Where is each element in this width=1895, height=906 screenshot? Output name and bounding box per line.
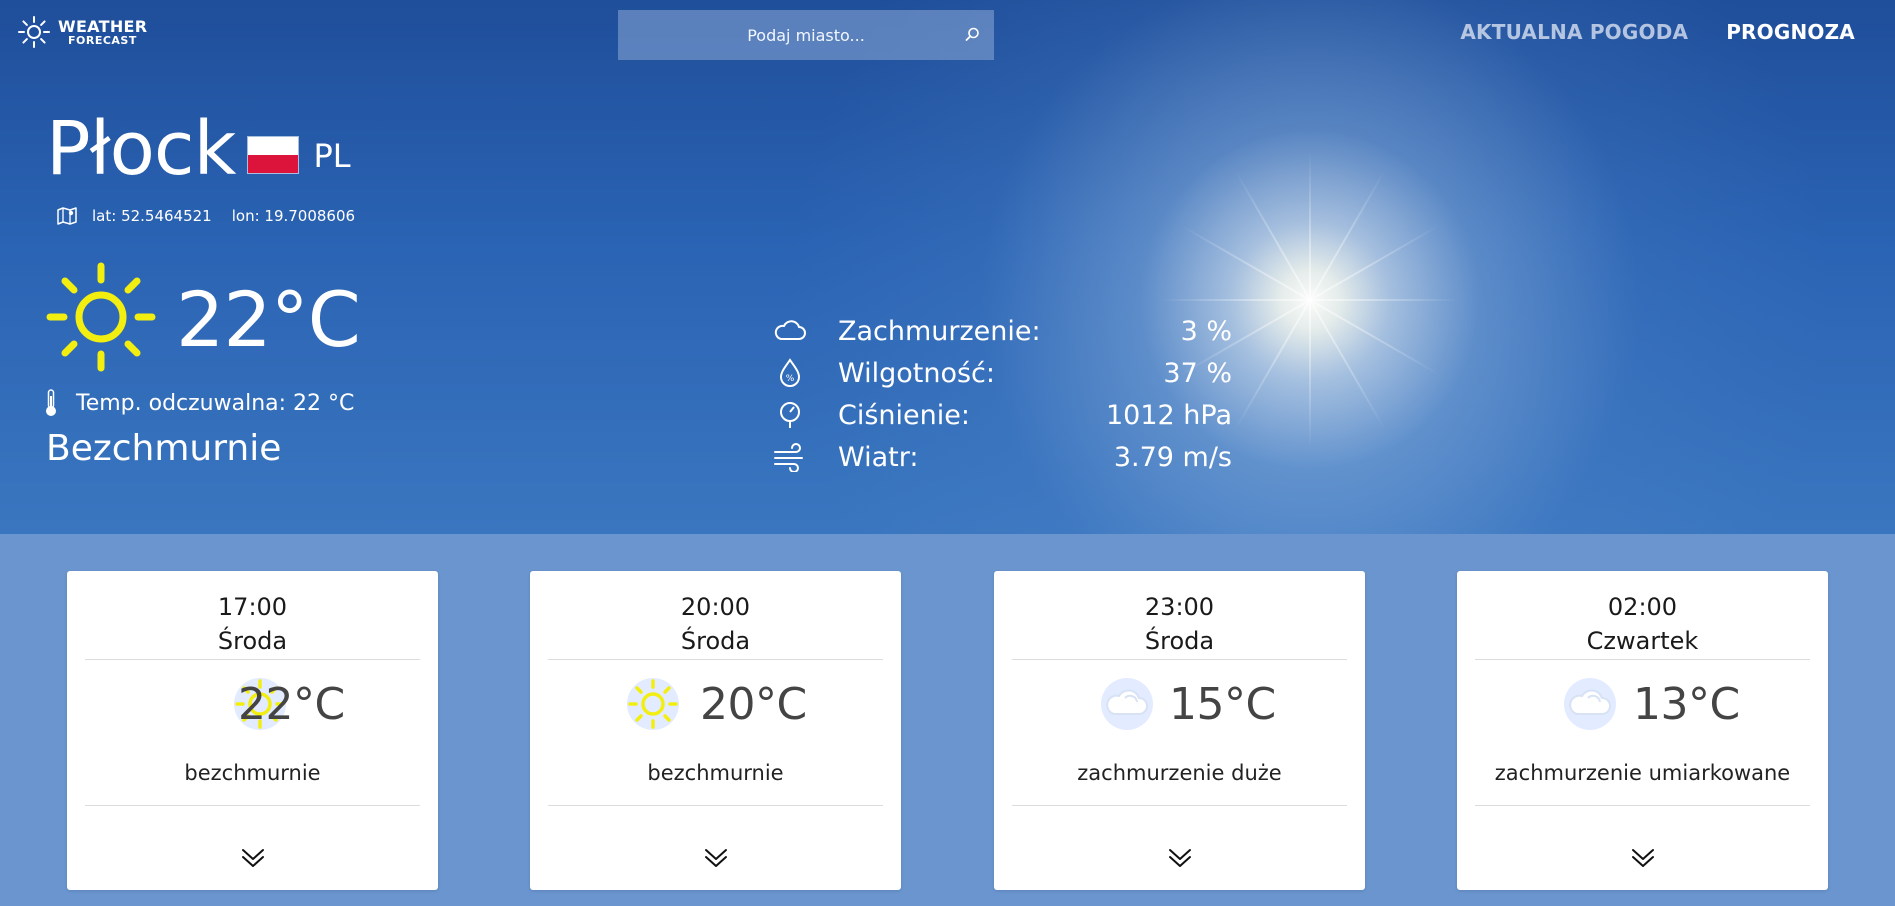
forecast-day: Środa <box>217 627 288 655</box>
coordinates: lat: 52.5464521 lon: 19.7008606 <box>56 206 355 226</box>
weather-details: Zachmurzenie: 3 % % Wilgotność: 37 % Ciś… <box>772 310 1232 478</box>
detail-value: 37 % <box>1163 357 1232 389</box>
forecast-day: Środa <box>680 627 751 655</box>
nav-current-weather[interactable]: AKTUALNA POGODA <box>1460 20 1688 44</box>
detail-label: Zachmurzenie: <box>838 315 1041 347</box>
detail-label: Ciśnienie: <box>838 399 970 431</box>
cloud-icon <box>1564 678 1616 730</box>
detail-humidity: % Wilgotność: 37 % <box>772 352 1232 394</box>
main-nav: AKTUALNA POGODA PROGNOZA <box>1460 20 1855 44</box>
divider <box>548 805 883 806</box>
detail-wind: Wiatr: 3.79 m/s <box>772 436 1232 478</box>
brand-text: WEATHER FORECAST <box>58 16 148 47</box>
current-temperature: 22°C <box>176 275 361 364</box>
cloud-icon <box>774 320 806 340</box>
current-description: Bezchmurnie <box>46 428 282 469</box>
detail-pressure: Ciśnienie: 1012 hPa <box>772 394 1232 436</box>
forecast-description: bezchmurnie <box>647 761 784 785</box>
detail-value: 1012 hPa <box>1105 399 1232 431</box>
divider <box>85 659 420 660</box>
country-flag <box>247 136 300 174</box>
search-icon[interactable] <box>962 25 982 45</box>
forecast-description: zachmurzenie duże <box>1077 761 1282 785</box>
forecast-day: Środa <box>1144 627 1215 655</box>
sun-icon <box>46 262 156 372</box>
brand-logo[interactable]: WEATHER FORECAST <box>16 14 147 50</box>
city-name: Płock <box>46 106 236 192</box>
forecast-temperature: 22°C <box>238 679 345 730</box>
forecast-temperature: 13°C <box>1633 679 1740 730</box>
search-input[interactable] <box>618 10 994 60</box>
latitude: lat: 52.5464521 <box>92 207 212 225</box>
detail-value: 3 % <box>1180 315 1232 347</box>
detail-cloudiness: Zachmurzenie: 3 % <box>772 310 1232 352</box>
forecast-description: zachmurzenie umiarkowane <box>1494 761 1791 785</box>
chevron-down-icon[interactable] <box>239 844 267 872</box>
chevron-down-icon[interactable] <box>1629 844 1657 872</box>
forecast-time: 17:00 <box>217 593 288 621</box>
sun-icon <box>18 16 50 48</box>
brand-line2: FORECAST <box>68 33 137 47</box>
divider <box>1012 805 1347 806</box>
forecast-time: 20:00 <box>680 593 751 621</box>
forecast-card: 17:00 Środa 22°C bezchmurnie <box>67 571 438 890</box>
feels-like: Temp. odczuwalna: 22 °C <box>44 388 354 418</box>
chevron-down-icon[interactable] <box>702 844 730 872</box>
feels-like-text: Temp. odczuwalna: 22 °C <box>76 390 355 416</box>
forecast-time: 02:00 <box>1607 593 1678 621</box>
forecast-description: bezchmurnie <box>184 761 321 785</box>
detail-label: Wilgotność: <box>838 357 995 389</box>
brand-line1: WEATHER <box>58 16 148 36</box>
forecast-temperature: 20°C <box>700 679 807 730</box>
sun-icon <box>627 678 679 730</box>
forecast-time: 23:00 <box>1144 593 1215 621</box>
divider <box>1475 659 1810 660</box>
divider <box>1012 659 1347 660</box>
detail-label: Wiatr: <box>838 441 919 473</box>
location-header: Płock PL <box>46 112 351 186</box>
pressure-icon <box>780 402 800 428</box>
wind-icon <box>774 443 803 472</box>
country-code: PL <box>313 137 351 175</box>
forecast-card: 02:00 Czwartek 13°C zachmurzenie umiarko… <box>1457 571 1828 890</box>
forecast-card: 23:00 Środa 15°C zachmurzenie duże <box>994 571 1365 890</box>
chevron-down-icon[interactable] <box>1166 844 1194 872</box>
cloud-icon <box>1101 678 1153 730</box>
map-icon <box>57 207 77 225</box>
nav-forecast[interactable]: PROGNOZA <box>1726 20 1855 44</box>
divider <box>548 659 883 660</box>
thermometer-icon <box>46 389 56 416</box>
humidity-icon: % <box>779 358 801 387</box>
search-box <box>618 10 994 60</box>
forecast-temperature: 15°C <box>1169 679 1276 730</box>
divider <box>85 805 420 806</box>
forecast-card: 20:00 Środa 20°C bezchmurnie <box>530 571 901 890</box>
divider <box>1475 805 1810 806</box>
detail-value: 3.79 m/s <box>1113 441 1232 473</box>
svg-text:%: % <box>786 374 795 384</box>
longitude: lon: 19.7008606 <box>231 207 356 225</box>
forecast-day: Czwartek <box>1586 627 1699 655</box>
